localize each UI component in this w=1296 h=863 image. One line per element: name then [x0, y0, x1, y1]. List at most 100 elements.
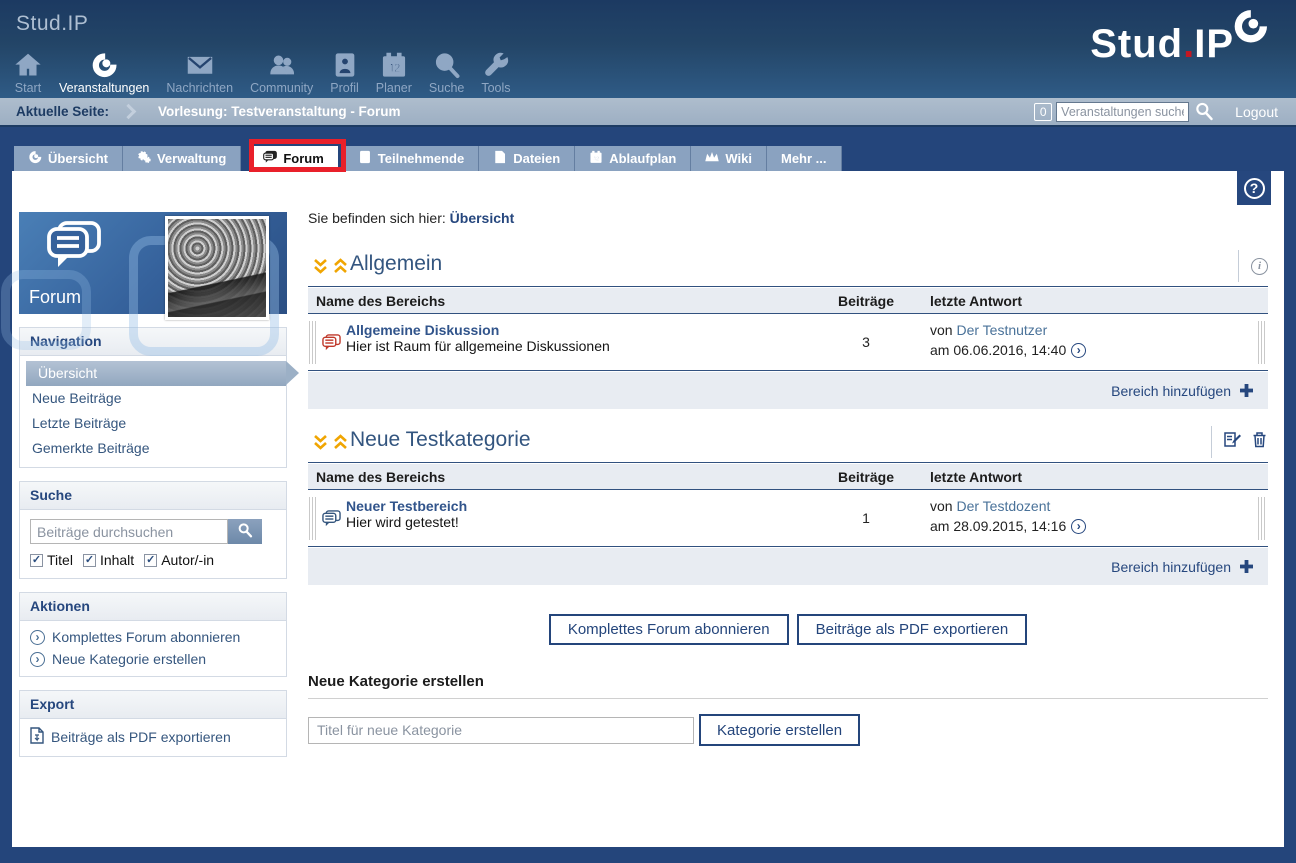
tab-mehr[interactable]: Mehr ... [767, 146, 842, 171]
collapse-all-icon[interactable] [312, 434, 329, 456]
circle-arrow-icon: › [30, 630, 45, 645]
logout-link[interactable]: Logout [1235, 104, 1278, 120]
action-new-category[interactable]: Neue Kategorie erstellen [52, 651, 206, 667]
tab-verwaltung[interactable]: Verwaltung [123, 146, 241, 171]
add-area-link[interactable]: Bereich hinzufügen [1111, 383, 1231, 399]
forum-footer-buttons: Komplettes Forum abonnieren Beiträge als… [308, 614, 1268, 645]
sidebar: Forum Navigation Übersicht Neue Beiträge… [19, 212, 287, 757]
nav-item-community[interactable]: Community [248, 51, 315, 95]
plus-icon[interactable] [1239, 559, 1254, 574]
decorative-bubble [1, 270, 91, 350]
course-search-input[interactable] [1056, 102, 1189, 122]
nav-item-nachrichten[interactable]: Nachrichten [164, 51, 235, 95]
app-title: Stud.IP [16, 12, 88, 36]
nav-item-suche[interactable]: Suche [427, 51, 466, 95]
area-description: Hier wird getestet! [346, 514, 459, 530]
export-widget: Export Beiträge als PDF exportieren [19, 690, 287, 757]
category-footer: Bereich hinzufügen [308, 548, 1268, 585]
sidebar-item-gemerkte-beitraege[interactable]: Gemerkte Beiträge [20, 436, 286, 461]
area-description: Hier ist Raum für allgemeine Diskussione… [346, 338, 610, 354]
delete-category-icon[interactable] [1251, 431, 1268, 453]
pdf-export-icon [30, 727, 44, 747]
checkbox-inhalt[interactable]: Inhalt [83, 552, 134, 568]
nav-item-planer[interactable]: 42 Planer [374, 51, 414, 95]
profile-icon [331, 51, 359, 79]
content-area: ? Forum Navigation [12, 171, 1284, 847]
tab-wiki[interactable]: Wiki [691, 146, 767, 171]
export-pdf-link[interactable]: Beiträge als PDF exportieren [51, 729, 231, 745]
tab-forum[interactable]: Forum [249, 146, 337, 171]
breadcrumb-bar: Aktuelle Seite: Vorlesung: Testveranstal… [0, 98, 1296, 127]
nav-item-profil[interactable]: Profil [328, 51, 360, 95]
expand-all-icon[interactable] [332, 434, 349, 456]
expand-all-icon[interactable] [332, 258, 349, 280]
course-tab-bar: Übersicht Verwaltung Forum Teilnehmende … [14, 146, 842, 171]
nav-item-start[interactable]: Start [12, 51, 44, 95]
svg-text:42: 42 [387, 62, 400, 75]
gear-icon [137, 150, 151, 167]
calendar-icon: 42 [589, 150, 603, 167]
forum-search-button[interactable] [228, 519, 262, 544]
goto-last-post-icon[interactable]: › [1071, 519, 1086, 534]
tab-uebersicht[interactable]: Übersicht [14, 146, 123, 171]
nav-item-tools[interactable]: Tools [479, 51, 512, 95]
mail-icon [186, 51, 214, 79]
drag-handle[interactable] [1258, 321, 1266, 364]
actions-widget: Aktionen › Komplettes Forum abonnieren ›… [19, 592, 287, 677]
edit-category-icon[interactable] [1224, 431, 1241, 453]
drag-handle[interactable] [309, 497, 317, 540]
checkbox-titel[interactable]: Titel [30, 552, 73, 568]
forum-area-icon [322, 510, 341, 528]
author-link[interactable]: Der Testnutzer [956, 322, 1047, 338]
sidebar-item-neue-beitraege[interactable]: Neue Beiträge [20, 386, 286, 411]
community-icon [268, 51, 296, 79]
question-mark-icon: ? [1244, 178, 1265, 199]
course-search-button[interactable] [1193, 101, 1215, 123]
sidebar-item-uebersicht[interactable]: Übersicht [26, 361, 286, 386]
checkbox-autor[interactable]: Autor/-in [144, 552, 214, 568]
nav-item-veranstaltungen[interactable]: Veranstaltungen [57, 51, 151, 95]
forum-search-input[interactable] [30, 519, 228, 544]
logo-swirl-icon [1230, 6, 1270, 46]
add-area-link[interactable]: Bereich hinzufügen [1111, 559, 1231, 575]
last-answer-cell: von Der Testdozent am 28.09.2015, 14:16› [930, 498, 1086, 534]
area-link[interactable]: Neuer Testbereich [346, 498, 467, 514]
new-category-title-input[interactable] [308, 717, 694, 744]
export-pdf-button[interactable]: Beiträge als PDF exportieren [797, 614, 1028, 645]
drag-handle[interactable] [1258, 497, 1266, 540]
studip-logo: Stud.IP [1090, 24, 1270, 64]
plus-icon[interactable] [1239, 383, 1254, 398]
breadcrumb-chevron-icon [121, 104, 137, 120]
breadcrumb-label: Aktuelle Seite: [16, 104, 109, 119]
subscribe-forum-button[interactable]: Komplettes Forum abonnieren [549, 614, 789, 645]
participants-icon [358, 150, 372, 167]
search-icon [433, 51, 461, 79]
sidebar-item-letzte-beitraege[interactable]: Letzte Beiträge [20, 411, 286, 436]
create-category-button[interactable]: Kategorie erstellen [699, 714, 860, 746]
area-link[interactable]: Allgemeine Diskussion [346, 322, 610, 338]
info-icon[interactable]: i [1251, 258, 1268, 275]
category-title: Allgemein [350, 252, 442, 276]
goto-last-post-icon[interactable]: › [1071, 343, 1086, 358]
collapse-all-icon[interactable] [312, 258, 329, 280]
new-category-heading: Neue Kategorie erstellen [308, 673, 1268, 699]
drag-handle[interactable] [309, 321, 317, 364]
wiki-crown-icon [705, 150, 719, 167]
help-button[interactable]: ? [1237, 171, 1271, 205]
author-link[interactable]: Der Testdozent [956, 498, 1050, 514]
tab-dateien[interactable]: Dateien [479, 146, 575, 171]
tab-ablaufplan[interactable]: 42 Ablaufplan [575, 146, 691, 171]
tab-teilnehmende[interactable]: Teilnehmende [344, 146, 479, 171]
checkbox-icon [83, 554, 96, 567]
action-subscribe-forum[interactable]: Komplettes Forum abonnieren [52, 629, 240, 645]
last-answer-cell: von Der Testnutzer am 06.06.2016, 14:40› [930, 322, 1086, 358]
home-icon [14, 51, 42, 79]
forum-banner: Forum [19, 212, 287, 314]
location-uebersicht-link[interactable]: Übersicht [450, 210, 515, 226]
overview-swirl-icon [28, 150, 42, 167]
course-avatar [165, 216, 269, 320]
table-header: Name des Bereichs Beiträge letzte Antwor… [308, 464, 1268, 490]
post-count: 1 [828, 510, 904, 526]
widget-title: Export [20, 691, 286, 719]
top-header: Stud.IP Start Veranstaltungen Nachrichte… [0, 0, 1296, 98]
